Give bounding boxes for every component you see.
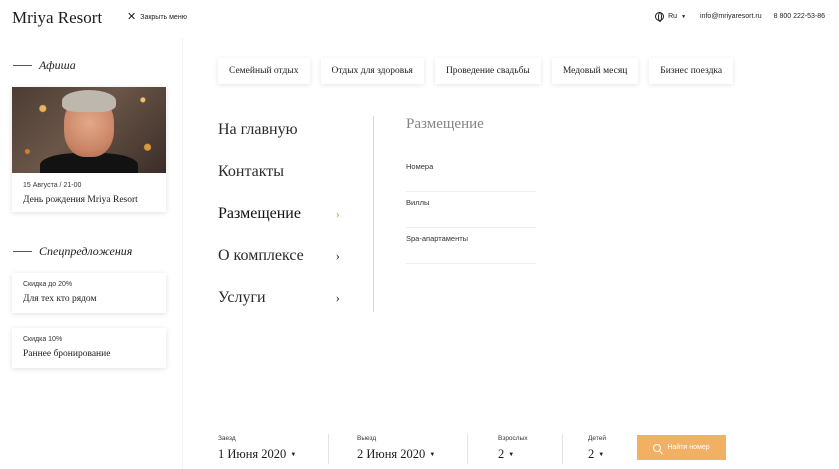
menu-item-label: О комплексе [218, 247, 304, 264]
submenu-item-rooms[interactable]: Номера [406, 156, 536, 192]
offer-discount: Скидка 10% [23, 336, 63, 343]
chevron-down-icon: ▼ [681, 13, 687, 20]
checkin-value: 1 Июня 2020 ▼ [218, 447, 296, 462]
checkin-field[interactable]: Заезд 1 Июня 2020 ▼ [218, 432, 323, 464]
close-icon: ✕ [127, 11, 137, 23]
chevron-right-icon: › [335, 248, 340, 263]
offer-discount: Скидка до 20% [23, 281, 73, 288]
specials-title: Спецпредложения [39, 244, 133, 258]
globe-icon [655, 12, 665, 22]
adults-label: Взрослых [498, 435, 528, 442]
children-label: Детей [588, 435, 606, 442]
menu-item-label: Размещение [218, 205, 301, 222]
menu-item-about[interactable]: О комплексе › [218, 244, 348, 268]
category-wedding[interactable]: Проведение свадьбы [434, 58, 541, 84]
chevron-down-icon: ▼ [429, 452, 436, 458]
chevron-down-icon: ▼ [290, 452, 297, 458]
language-selector[interactable]: Ru ▼ [655, 12, 687, 22]
checkin-label: Заезд [218, 435, 236, 442]
event-date: 15 Августа / 21-00 [23, 182, 82, 189]
booking-bar: Заезд 1 Июня 2020 ▼ Выезд 2 Июня 2020 ▼ Вз… [218, 432, 728, 468]
checkin-date: 1 Июня 2020 [218, 447, 287, 461]
menu-item-contacts[interactable]: Контакты [218, 160, 348, 184]
category-pills: Семейный отдых Отдых для здоровья Провед… [218, 58, 734, 84]
submenu-item-label: Виллы [406, 198, 430, 207]
children-field[interactable]: Детей 2 ▼ [588, 432, 628, 464]
afisha-heading: Афиша [13, 58, 76, 73]
submenu-item-spa-apartments[interactable]: Spa-апартаменты [406, 228, 536, 264]
checkout-field[interactable]: Выезд 2 Июня 2020 ▼ [357, 432, 467, 464]
specials-heading: Спецпредложения [13, 244, 132, 259]
header-contacts: Ru ▼ info@mriyaresort.ru 8 800 222-53-86 [655, 12, 825, 22]
checkout-value: 2 Июня 2020 ▼ [357, 447, 435, 462]
afisha-title: Афиша [39, 58, 76, 72]
chevron-down-icon: ▼ [508, 452, 515, 458]
event-card[interactable]: 15 Августа / 21-00 День рождения Mriya R… [12, 87, 166, 212]
adults-field[interactable]: Взрослых 2 ▼ [498, 432, 558, 464]
category-health[interactable]: Отдых для здоровья [320, 58, 424, 84]
category-family[interactable]: Семейный отдых [218, 58, 310, 84]
event-name: День рождения Mriya Resort [23, 195, 138, 205]
adults-value: 2 ▼ [498, 447, 514, 462]
email-link[interactable]: info@mriyaresort.ru [700, 13, 762, 20]
photo-hair [62, 90, 116, 112]
submenu-item-label: Номера [406, 162, 434, 171]
checkout-date: 2 Июня 2020 [357, 447, 426, 461]
offer-name: Раннее бронирование [23, 349, 111, 359]
find-room-label: Найти номер [667, 444, 710, 451]
menu-item-services[interactable]: Услуги › [218, 286, 348, 310]
chevron-right-icon: › [335, 290, 340, 305]
event-photo [12, 87, 166, 173]
header: Mriya Resort ✕ Закрыть меню Ru ▼ info@mr… [0, 0, 839, 38]
category-honeymoon[interactable]: Медовый месяц [551, 58, 639, 84]
menu-item-label: На главную [218, 121, 298, 138]
chevron-down-icon: ▼ [598, 452, 605, 458]
heading-dash [13, 65, 32, 66]
close-menu-button[interactable]: ✕ Закрыть меню [127, 11, 187, 23]
submenu-title: Размещение [406, 116, 484, 132]
menu-divider [373, 116, 374, 312]
logo[interactable]: Mriya Resort [12, 8, 102, 28]
search-icon [653, 443, 662, 452]
submenu: Размещение Номера Виллы Spa-апартаменты [406, 116, 536, 264]
sidebar: Афиша 15 Августа / 21-00 День рождения M… [0, 38, 183, 469]
menu-item-accommodation[interactable]: Размещение › [218, 202, 348, 226]
heading-dash [13, 251, 32, 252]
submenu-item-villas[interactable]: Виллы [406, 192, 536, 228]
close-menu-label: Закрыть меню [140, 13, 187, 21]
offer-card[interactable]: Скидка 10% Раннее бронирование [12, 328, 166, 368]
offer-name: Для тех кто рядом [23, 294, 97, 304]
field-divider [467, 434, 468, 464]
children-value: 2 ▼ [588, 447, 604, 462]
checkout-label: Выезд [357, 435, 377, 442]
menu-item-home[interactable]: На главную [218, 118, 348, 142]
field-divider [328, 434, 329, 464]
phone-link[interactable]: 8 800 222-53-86 [774, 13, 825, 20]
menu-item-label: Услуги [218, 289, 266, 306]
children-count: 2 [588, 447, 595, 461]
field-divider [562, 434, 563, 464]
submenu-item-label: Spa-апартаменты [406, 234, 469, 243]
find-room-button[interactable]: Найти номер [637, 435, 726, 460]
category-business[interactable]: Бизнес поездка [649, 58, 734, 84]
language-label: Ru [668, 13, 678, 20]
adults-count: 2 [498, 447, 505, 461]
chevron-right-icon: › [335, 206, 340, 221]
offer-card[interactable]: Скидка до 20% Для тех кто рядом [12, 273, 166, 313]
menu-item-label: Контакты [218, 163, 285, 180]
